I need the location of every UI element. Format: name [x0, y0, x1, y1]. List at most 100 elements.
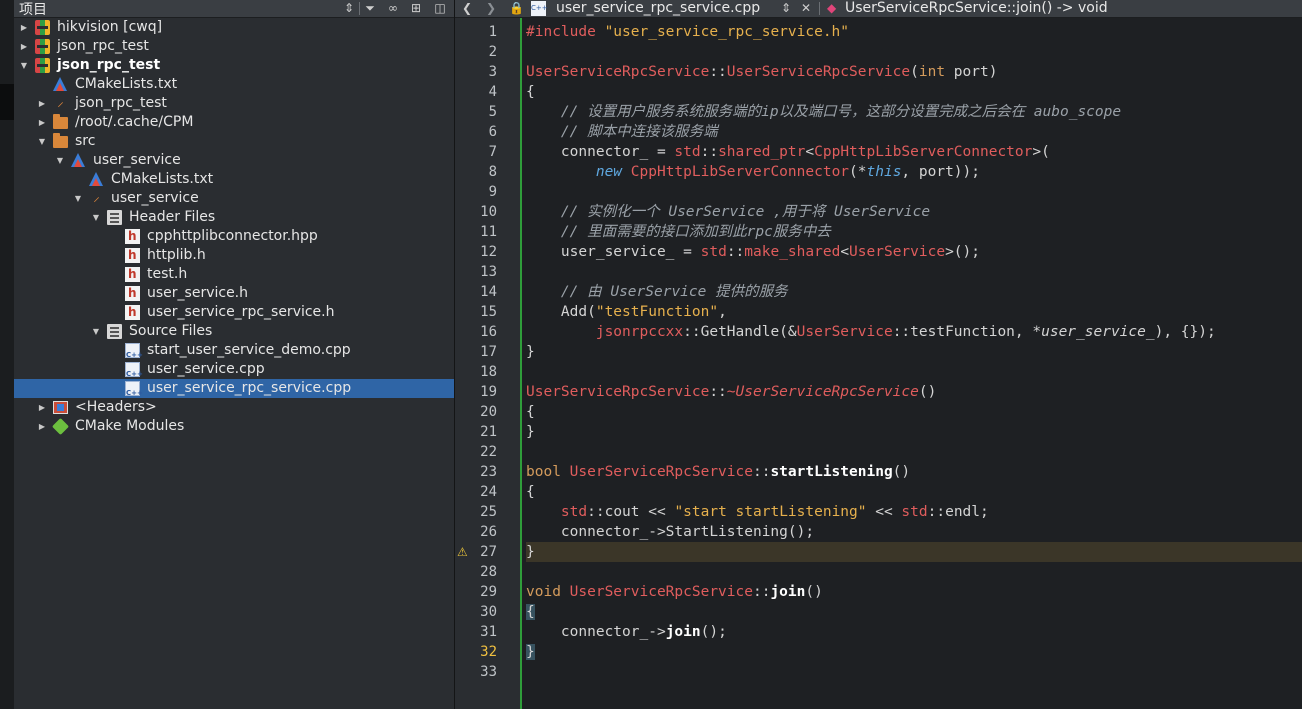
- expand-arrow-icon[interactable]: ▶: [37, 94, 47, 113]
- filter-icon[interactable]: ⏷: [362, 0, 378, 17]
- tree-item[interactable]: ▼ src: [14, 132, 454, 151]
- tree-item[interactable]: user_service_rpc_service.h: [14, 303, 454, 322]
- code-line[interactable]: [526, 662, 1302, 682]
- line-number: 22: [480, 444, 497, 460]
- code-line[interactable]: // 设置用户服务系统服务端的ip以及端口号，这部分设置完成之后会在 aubo_…: [526, 102, 1302, 122]
- warning-icon[interactable]: ⚠: [457, 542, 468, 562]
- code-line[interactable]: [526, 182, 1302, 202]
- tree-item[interactable]: user_service.h: [14, 284, 454, 303]
- tree-item[interactable]: ▼ Header Files: [14, 208, 454, 227]
- code-line[interactable]: // 实例化一个 UserService ,用于将 UserService: [526, 202, 1302, 222]
- expand-arrow-icon[interactable]: ▶: [37, 113, 47, 132]
- split-icon[interactable]: ⊞: [408, 0, 424, 17]
- code-line[interactable]: #include "user_service_rpc_service.h": [526, 22, 1302, 42]
- nav-back-icon[interactable]: ❮: [462, 0, 472, 17]
- code-line[interactable]: {: [526, 482, 1302, 502]
- view-selector-arrows-icon[interactable]: ⇕: [341, 0, 357, 17]
- code-line[interactable]: user_service_ = std::make_shared<UserSer…: [526, 242, 1302, 262]
- nav-forward-icon[interactable]: ❯: [486, 0, 496, 17]
- tree-item[interactable]: ▶ json_rpc_test: [14, 37, 454, 56]
- code-line[interactable]: [526, 442, 1302, 462]
- tree-item[interactable]: user_service.cpp: [14, 360, 454, 384]
- group-icon: [107, 324, 122, 339]
- tree-item-label: cpphttplibconnector.hpp: [147, 228, 318, 244]
- code-line[interactable]: }: [526, 642, 1302, 662]
- code-line[interactable]: // 里面需要的接口添加到此rpc服务中去: [526, 222, 1302, 242]
- hammer-icon: ⸝: [57, 95, 64, 110]
- tree-item[interactable]: ▶ ⸝ json_rpc_test: [14, 94, 454, 113]
- tree-item-label: Header Files: [129, 209, 216, 225]
- code-line[interactable]: {: [526, 402, 1302, 422]
- lock-icon: 🔒: [509, 1, 524, 15]
- code-line[interactable]: std::cout << "start startListening" << s…: [526, 502, 1302, 522]
- line-number: 16: [480, 324, 497, 340]
- code-line[interactable]: connector_ = std::shared_ptr<CppHttpLibS…: [526, 142, 1302, 162]
- code-line[interactable]: [526, 562, 1302, 582]
- tree-item[interactable]: CMakeLists.txt: [14, 170, 454, 189]
- code-line[interactable]: [526, 262, 1302, 282]
- expand-arrow-icon[interactable]: ▶: [19, 18, 29, 37]
- expand-arrow-icon[interactable]: ▶: [37, 398, 47, 417]
- line-number: 23: [480, 464, 497, 480]
- code-line[interactable]: jsonrpccxx::GetHandle(&UserService::test…: [526, 322, 1302, 342]
- tree-item[interactable]: ▼ user_service: [14, 151, 454, 170]
- tree-item[interactable]: user_service_rpc_service.cpp: [14, 379, 454, 403]
- close-panel-icon[interactable]: ◫: [432, 0, 448, 17]
- code-line[interactable]: connector_->join();: [526, 622, 1302, 642]
- tree-item[interactable]: httplib.h: [14, 246, 454, 265]
- tree-item[interactable]: ▶ <Headers>: [14, 398, 454, 417]
- code-line[interactable]: {: [526, 82, 1302, 102]
- tree-item-label: Source Files: [129, 323, 213, 339]
- collapse-arrow-icon[interactable]: ▼: [91, 208, 101, 227]
- tree-item[interactable]: cpphttplibconnector.hpp: [14, 227, 454, 246]
- code-line[interactable]: void UserServiceRpcService::join(): [526, 582, 1302, 602]
- project-icon: [35, 20, 50, 35]
- tree-item[interactable]: test.h: [14, 265, 454, 284]
- tree-item[interactable]: ▼ json_rpc_test: [14, 56, 454, 75]
- headers-folder-icon: [53, 401, 68, 414]
- code-line[interactable]: {: [526, 602, 1302, 622]
- code-line[interactable]: connector_->StartListening();: [526, 522, 1302, 542]
- code-line[interactable]: }: [526, 422, 1302, 442]
- file-tab[interactable]: user_service_rpc_service.cpp: [556, 0, 760, 17]
- tree-item[interactable]: ▶ /root/.cache/CPM: [14, 113, 454, 132]
- collapse-arrow-icon[interactable]: ▼: [73, 189, 83, 208]
- cmake-icon: [53, 77, 67, 91]
- tree-item-label: user_service: [111, 190, 199, 206]
- tree-item[interactable]: ▼ Source Files: [14, 322, 454, 341]
- code-line[interactable]: Add("testFunction",: [526, 302, 1302, 322]
- link-editor-icon[interactable]: ∞: [385, 0, 401, 17]
- collapse-arrow-icon[interactable]: ▼: [55, 151, 65, 170]
- code-line[interactable]: }: [526, 542, 1302, 562]
- symbol-selector[interactable]: UserServiceRpcService::join() -> void: [845, 0, 1108, 17]
- line-number: 11: [480, 224, 497, 240]
- code-line[interactable]: UserServiceRpcService::UserServiceRpcSer…: [526, 62, 1302, 82]
- close-file-icon[interactable]: ✕: [801, 0, 811, 17]
- tree-item[interactable]: start_user_service_demo.cpp: [14, 341, 454, 365]
- tree-item[interactable]: ▶ CMake Modules: [14, 417, 454, 436]
- header-file-icon: [125, 284, 140, 303]
- collapse-arrow-icon[interactable]: ▼: [19, 56, 29, 75]
- code-line[interactable]: new CppHttpLibServerConnector(*this, por…: [526, 162, 1302, 182]
- tree-item[interactable]: CMakeLists.txt: [14, 75, 454, 94]
- line-number: 1: [488, 24, 497, 40]
- tree-item[interactable]: ▼ ⸝ user_service: [14, 189, 454, 208]
- tree-item[interactable]: ▶ hikvision [cwq]: [14, 18, 454, 37]
- code-line[interactable]: UserServiceRpcService::~UserServiceRpcSe…: [526, 382, 1302, 402]
- code-line[interactable]: }: [526, 342, 1302, 362]
- project-icon: [35, 58, 50, 73]
- code-line[interactable]: // 脚本中连接该服务端: [526, 122, 1302, 142]
- collapse-arrow-icon[interactable]: ▼: [37, 132, 47, 151]
- code-line[interactable]: bool UserServiceRpcService::startListeni…: [526, 462, 1302, 482]
- code-line[interactable]: [526, 362, 1302, 382]
- file-dropdown-icon[interactable]: ⇕: [781, 0, 791, 17]
- expand-arrow-icon[interactable]: ▶: [19, 37, 29, 56]
- side-mode-bar: [0, 0, 14, 709]
- line-number: 21: [480, 424, 497, 440]
- code-line[interactable]: [526, 42, 1302, 62]
- collapse-arrow-icon[interactable]: ▼: [91, 322, 101, 341]
- line-number: 6: [488, 124, 497, 140]
- expand-arrow-icon[interactable]: ▶: [37, 417, 47, 436]
- code-line[interactable]: // 由 UserService 提供的服务: [526, 282, 1302, 302]
- tree-item-label: json_rpc_test: [57, 38, 149, 54]
